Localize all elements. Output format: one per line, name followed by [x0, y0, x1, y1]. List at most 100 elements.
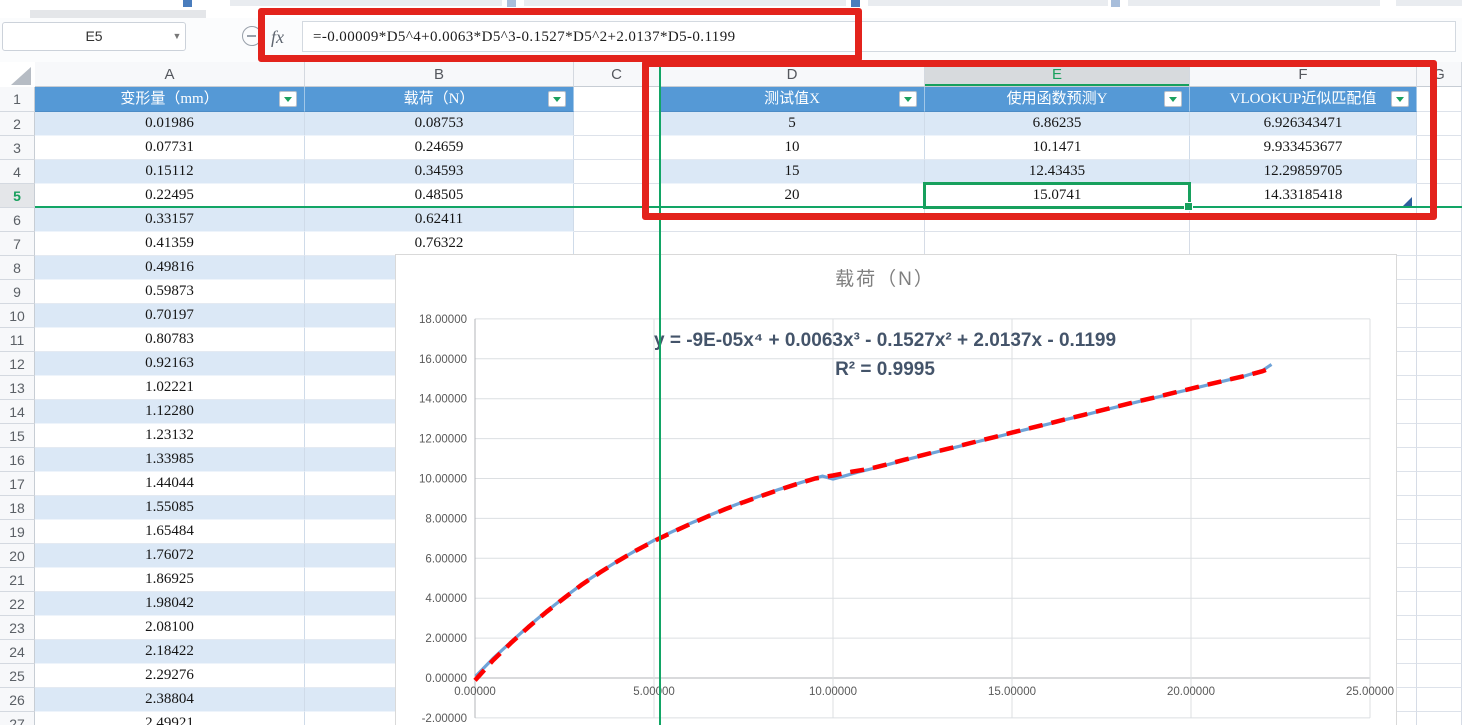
cell-A9[interactable]: 0.59873	[35, 280, 305, 304]
cell-A5[interactable]: 0.22495	[35, 184, 305, 208]
cell-A3[interactable]: 0.07731	[35, 136, 305, 160]
cell-G18[interactable]	[1417, 496, 1462, 520]
cell-A17[interactable]: 1.44044	[35, 472, 305, 496]
row-header-24[interactable]: 24	[0, 640, 35, 664]
cell-A20[interactable]: 1.76072	[35, 544, 305, 568]
cell-G13[interactable]	[1417, 376, 1462, 400]
row-header-22[interactable]: 22	[0, 592, 35, 616]
header-cell-deformation[interactable]: 变形量（mm）	[35, 87, 305, 112]
cell-B5[interactable]: 0.48505	[305, 184, 574, 208]
cell-A10[interactable]: 0.70197	[35, 304, 305, 328]
column-header-B[interactable]: B	[305, 62, 574, 87]
cell-B7[interactable]: 0.76322	[305, 232, 574, 256]
row-header-16[interactable]: 16	[0, 448, 35, 472]
row-header-25[interactable]: 25	[0, 664, 35, 688]
filter-dropdown-icon[interactable]	[548, 91, 566, 107]
row-header-10[interactable]: 10	[0, 304, 35, 328]
cell-G11[interactable]	[1417, 328, 1462, 352]
name-box-dropdown-icon[interactable]: ▼	[168, 22, 186, 51]
select-all-corner[interactable]	[11, 67, 31, 85]
cell-A16[interactable]: 1.33985	[35, 448, 305, 472]
row-header-8[interactable]: 8	[0, 256, 35, 280]
cell-A15[interactable]: 1.23132	[35, 424, 305, 448]
cell-A21[interactable]: 1.86925	[35, 568, 305, 592]
row-header-15[interactable]: 15	[0, 424, 35, 448]
cell-G15[interactable]	[1417, 424, 1462, 448]
cell-G10[interactable]	[1417, 304, 1462, 328]
column-header-A[interactable]: A	[35, 62, 305, 87]
row-header-12[interactable]: 12	[0, 352, 35, 376]
cell-A23[interactable]: 2.08100	[35, 616, 305, 640]
cell-G22[interactable]	[1417, 592, 1462, 616]
row-header-20[interactable]: 20	[0, 544, 35, 568]
cell-G25[interactable]	[1417, 664, 1462, 688]
row-header-23[interactable]: 23	[0, 616, 35, 640]
cell-G8[interactable]	[1417, 256, 1462, 280]
spreadsheet-app: E5 ▼ fx =-0.00009*D5^4+0.0063*D5^3-0.152…	[0, 0, 1462, 725]
chart-area[interactable]: -2.00000 0.00000 2.00000 4.00000 6.00000 8.00…	[395, 254, 1397, 725]
row-header-3[interactable]: 3	[0, 136, 35, 160]
cell-D7[interactable]	[660, 232, 925, 256]
cell-E7[interactable]	[925, 232, 1190, 256]
row-header-9[interactable]: 9	[0, 280, 35, 304]
row-header-11[interactable]: 11	[0, 328, 35, 352]
cell-G20[interactable]	[1417, 544, 1462, 568]
cell-A4[interactable]: 0.15112	[35, 160, 305, 184]
cell-G26[interactable]	[1417, 688, 1462, 712]
chart-title[interactable]: 载荷（N）	[485, 264, 1285, 291]
cell-A11[interactable]: 0.80783	[35, 328, 305, 352]
cell-A26[interactable]: 2.38804	[35, 688, 305, 712]
cell-A22[interactable]: 1.98042	[35, 592, 305, 616]
cell-G7[interactable]	[1417, 232, 1462, 256]
cell-G17[interactable]	[1417, 472, 1462, 496]
trendline-equation[interactable]: y = -9E-05x⁴ + 0.0063x³ - 0.1527x² + 2.0…	[435, 326, 1335, 384]
row-header-4[interactable]: 4	[0, 160, 35, 184]
row-header-5[interactable]: 5	[0, 184, 35, 208]
cell-G23[interactable]	[1417, 616, 1462, 640]
cell-A13[interactable]: 1.02221	[35, 376, 305, 400]
row-header-13[interactable]: 13	[0, 376, 35, 400]
cell-G16[interactable]	[1417, 448, 1462, 472]
cell-A24[interactable]: 2.18422	[35, 640, 305, 664]
cell-A18[interactable]: 1.55085	[35, 496, 305, 520]
cell-A25[interactable]: 2.29276	[35, 664, 305, 688]
row-header-21[interactable]: 21	[0, 568, 35, 592]
row-header-18[interactable]: 18	[0, 496, 35, 520]
cell-G9[interactable]	[1417, 280, 1462, 304]
cell-F7[interactable]	[1190, 232, 1417, 256]
cell-A6[interactable]: 0.33157	[35, 208, 305, 232]
cell-G14[interactable]	[1417, 400, 1462, 424]
cell-B3[interactable]: 0.24659	[305, 136, 574, 160]
filter-dropdown-icon[interactable]	[279, 91, 297, 107]
row-header-19[interactable]: 19	[0, 520, 35, 544]
cell-G19[interactable]	[1417, 520, 1462, 544]
cell-G24[interactable]	[1417, 640, 1462, 664]
cell-A14[interactable]: 1.12280	[35, 400, 305, 424]
x-tick-label: 5.00000	[633, 686, 675, 698]
cell-A8[interactable]: 0.49816	[35, 256, 305, 280]
row-header-26[interactable]: 26	[0, 688, 35, 712]
cell-A12[interactable]: 0.92163	[35, 352, 305, 376]
cell-B4[interactable]: 0.34593	[305, 160, 574, 184]
cell-A7[interactable]: 0.41359	[35, 232, 305, 256]
cell-B6[interactable]: 0.62411	[305, 208, 574, 232]
cell-B2[interactable]: 0.08753	[305, 112, 574, 136]
row-header-27[interactable]: 27	[0, 712, 35, 725]
row-header-17[interactable]: 17	[0, 472, 35, 496]
row-header-6[interactable]: 6	[0, 208, 35, 232]
cell-G21[interactable]	[1417, 568, 1462, 592]
row-header-14[interactable]: 14	[0, 400, 35, 424]
name-box[interactable]: E5	[2, 22, 186, 51]
row-header-2[interactable]: 2	[0, 112, 35, 136]
cell-A2[interactable]: 0.01986	[35, 112, 305, 136]
r-squared-label: R² = 0.9995	[835, 359, 935, 380]
cell-C7[interactable]	[574, 232, 660, 256]
row-header-1[interactable]: 1	[0, 87, 35, 112]
cell-G27[interactable]	[1417, 712, 1462, 725]
cell-G12[interactable]	[1417, 352, 1462, 376]
row-header-7[interactable]: 7	[0, 232, 35, 256]
cell-A19[interactable]: 1.65484	[35, 520, 305, 544]
header-cell-load[interactable]: 载荷（N）	[305, 87, 574, 112]
cell-A27[interactable]: 2.49921	[35, 712, 305, 725]
y-tick-label: 4.00000	[425, 593, 467, 605]
